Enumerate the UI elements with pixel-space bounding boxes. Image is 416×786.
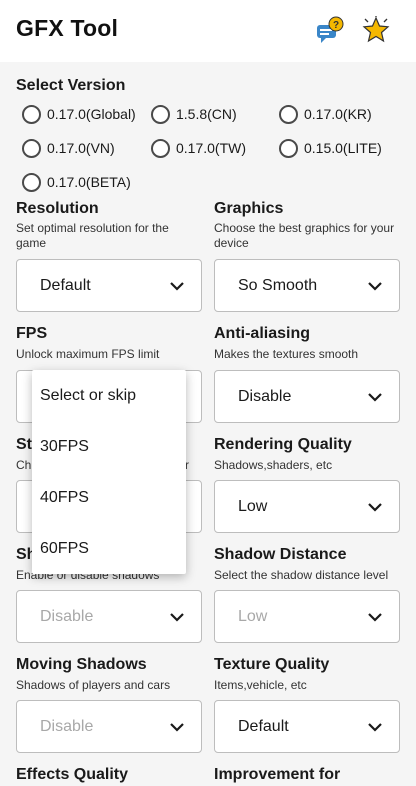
effects-title: Effects Quality bbox=[16, 766, 129, 783]
shadows-select[interactable]: Disable bbox=[16, 590, 202, 643]
fps-option-60[interactable]: 60FPS bbox=[40, 540, 89, 558]
fps-option-skip[interactable]: Select or skip bbox=[40, 387, 136, 405]
version-label: 0.15.0(LITE) bbox=[304, 140, 382, 156]
chevron-down-icon bbox=[368, 613, 382, 622]
star-icon[interactable] bbox=[362, 16, 390, 44]
version-label: 1.5.8(CN) bbox=[176, 106, 237, 122]
antialiasing-value: Disable bbox=[238, 388, 292, 405]
improvement-title: Improvement for bbox=[214, 766, 341, 783]
texture-desc: Items,vehicle, etc bbox=[214, 678, 307, 692]
chevron-down-icon bbox=[170, 282, 184, 291]
version-label: 0.17.0(TW) bbox=[176, 140, 247, 156]
chevron-down-icon bbox=[368, 282, 382, 291]
version-radio-global[interactable]: 0.17.0(Global) bbox=[22, 103, 136, 125]
app-bar: GFX Tool ? bbox=[0, 0, 416, 56]
radio-circle[interactable] bbox=[22, 104, 41, 124]
antialiasing-desc: Makes the textures smooth bbox=[214, 347, 359, 361]
rendering-value: Low bbox=[238, 498, 268, 515]
texture-value: Default bbox=[238, 718, 289, 735]
radio-circle[interactable] bbox=[279, 138, 298, 158]
version-label: 0.17.0(KR) bbox=[304, 106, 372, 122]
version-radio-tw[interactable]: 0.17.0(TW) bbox=[151, 137, 246, 159]
style-title: St bbox=[16, 436, 32, 453]
chevron-down-icon bbox=[368, 393, 382, 402]
texture-title: Texture Quality bbox=[214, 656, 330, 673]
fps-option-30[interactable]: 30FPS bbox=[40, 438, 89, 456]
chevron-down-icon bbox=[170, 613, 184, 622]
chevron-down-icon bbox=[368, 723, 382, 732]
version-radio-vn[interactable]: 0.17.0(VN) bbox=[22, 137, 115, 159]
moving-shadows-desc: Shadows of players and cars bbox=[16, 678, 171, 692]
version-title: Select Version bbox=[16, 77, 126, 94]
fps-title: FPS bbox=[16, 325, 48, 342]
chevron-down-icon bbox=[170, 723, 184, 732]
resolution-select[interactable]: Default bbox=[16, 259, 202, 312]
graphics-title: Graphics bbox=[214, 200, 284, 217]
fps-option-40[interactable]: 40FPS bbox=[40, 489, 89, 507]
radio-circle[interactable] bbox=[279, 104, 298, 124]
resolution-value: Default bbox=[40, 277, 91, 294]
moving-shadows-select[interactable]: Disable bbox=[16, 700, 202, 753]
resolution-title: Resolution bbox=[16, 200, 99, 217]
radio-circle[interactable] bbox=[22, 138, 41, 158]
version-label: 0.17.0(VN) bbox=[47, 140, 115, 156]
shadow-distance-title: Shadow Distance bbox=[214, 546, 347, 563]
shadow-distance-select[interactable]: Low bbox=[214, 590, 400, 643]
help-chat-icon[interactable]: ? bbox=[316, 16, 344, 44]
antialiasing-title: Anti-aliasing bbox=[214, 325, 311, 342]
radio-circle[interactable] bbox=[22, 172, 41, 192]
version-radio-cn[interactable]: 1.5.8(CN) bbox=[151, 103, 237, 125]
fps-dropdown-menu: Select or skip 30FPS 40FPS 60FPS bbox=[32, 370, 186, 574]
rendering-select[interactable]: Low bbox=[214, 480, 400, 533]
moving-shadows-title: Moving Shadows bbox=[16, 656, 147, 673]
shadow-distance-desc: Select the shadow distance level bbox=[214, 568, 389, 582]
antialiasing-select[interactable]: Disable bbox=[214, 370, 400, 423]
style-desc: Ch bbox=[16, 458, 32, 472]
app-title: GFX Tool bbox=[16, 15, 119, 41]
radio-circle[interactable] bbox=[151, 138, 170, 158]
version-label: 0.17.0(Global) bbox=[47, 106, 136, 122]
rendering-desc: Shadows,shaders, etc bbox=[214, 458, 333, 472]
shadows-value: Disable bbox=[40, 608, 94, 625]
chevron-down-icon bbox=[368, 503, 382, 512]
version-radio-beta[interactable]: 0.17.0(BETA) bbox=[22, 171, 131, 193]
graphics-desc: Choose the best graphics for your device bbox=[214, 221, 395, 250]
shadow-distance-value: Low bbox=[238, 608, 268, 625]
texture-select[interactable]: Default bbox=[214, 700, 400, 753]
version-radio-kr[interactable]: 0.17.0(KR) bbox=[279, 103, 372, 125]
svg-text:?: ? bbox=[333, 20, 339, 31]
version-radio-lite[interactable]: 0.15.0(LITE) bbox=[279, 137, 382, 159]
graphics-select[interactable]: So Smooth bbox=[214, 259, 400, 312]
version-label: 0.17.0(BETA) bbox=[47, 174, 131, 190]
rendering-title: Rendering Quality bbox=[214, 436, 352, 453]
radio-circle[interactable] bbox=[151, 104, 170, 124]
graphics-value: So Smooth bbox=[238, 277, 318, 294]
fps-desc: Unlock maximum FPS limit bbox=[16, 347, 160, 361]
resolution-desc: Set optimal resolution for the game bbox=[16, 221, 169, 250]
moving-shadows-value: Disable bbox=[40, 718, 94, 735]
